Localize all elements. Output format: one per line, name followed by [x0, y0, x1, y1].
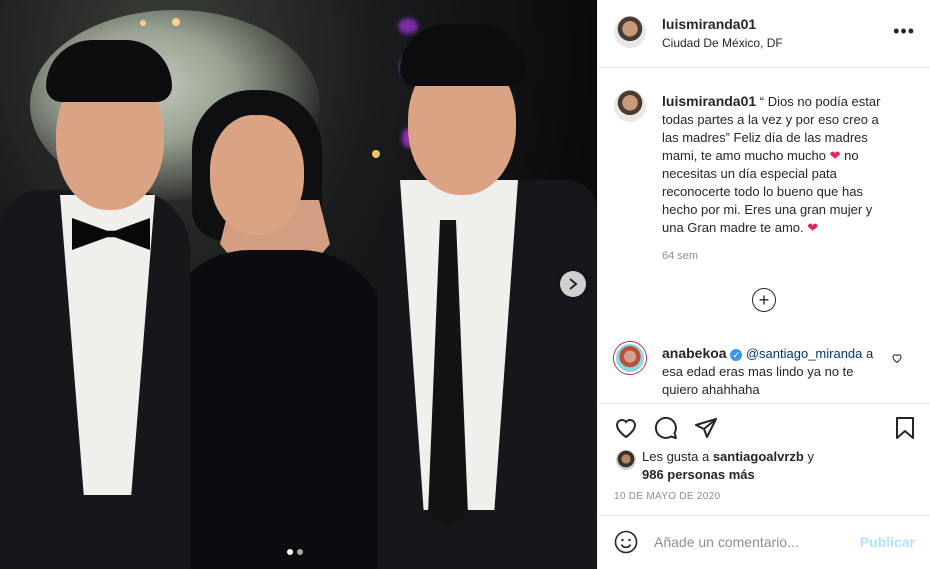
heart-emoji-icon: ❤ [829, 148, 841, 163]
post-side-panel: luismiranda01 Ciudad De México, DF ••• l… [597, 0, 930, 569]
caption-line: no [844, 148, 859, 163]
verified-badge-icon: ✓ [730, 348, 743, 361]
carousel-dot [297, 549, 303, 555]
chevron-right-icon[interactable] [560, 271, 586, 297]
caption-line: “ Dios no podía estar [759, 94, 881, 109]
publish-button[interactable]: Publicar [860, 534, 915, 550]
caption-line: reconocerte todo lo bueno que has [662, 184, 863, 199]
caption-line: todas partes a la vez y por eso creo a [662, 112, 879, 127]
likes-conjunction: y [803, 449, 814, 464]
comment-text: a [862, 346, 874, 361]
left-man-hair [46, 40, 172, 102]
liker-username[interactable]: santiagoalvrzb [713, 449, 804, 464]
likes-others-button[interactable]: 986 personas más [642, 466, 912, 484]
woman-face [210, 115, 304, 235]
share-icon[interactable] [694, 416, 720, 442]
avatar[interactable] [614, 90, 646, 122]
caption-line: las madres” Feliz día de las madres [662, 130, 868, 145]
caption-line: hecho por mi. Eres una gran mujer y [662, 202, 873, 217]
caption-line: necesitas un día especial pata [662, 166, 837, 181]
post-actions: Les gusta a santiagoalvrzb y 986 persona… [598, 404, 930, 516]
comment-composer: Publicar [598, 516, 930, 569]
likes-summary: Les gusta a santiagoalvrzb y 986 persona… [642, 448, 912, 484]
post-header: luismiranda01 Ciudad De México, DF ••• [598, 0, 930, 68]
plus-circle-icon[interactable]: + [752, 288, 776, 312]
woman-dress [160, 250, 390, 569]
header-username[interactable]: luismiranda01 [662, 16, 756, 32]
header-location[interactable]: Ciudad De México, DF [662, 36, 783, 50]
emoji-smile-icon[interactable] [614, 530, 638, 554]
comment-icon[interactable] [654, 416, 680, 442]
post-date[interactable]: 10 DE MAYO DE 2020 [614, 491, 720, 502]
comment-mention[interactable]: @santiago_miranda [746, 346, 863, 361]
comments-section: luismiranda01 “ Dios no podía estar toda… [598, 68, 930, 404]
caption-time[interactable]: 64 sem [662, 250, 698, 262]
comment: anabekoa ✓ @santiago_miranda a esa edad … [662, 344, 892, 399]
heart-outline-icon[interactable] [891, 352, 903, 367]
carousel-dot-active [287, 549, 293, 555]
caption-line: una Gran madre te amo. [662, 220, 804, 235]
right-man-hair [400, 24, 526, 86]
comment-text: quiero ahahhaha [662, 382, 760, 397]
bokeh-light [372, 150, 380, 158]
caption-username[interactable]: luismiranda01 [662, 93, 756, 109]
post-photo[interactable] [0, 0, 597, 569]
avatar[interactable] [616, 450, 636, 470]
bokeh-light [398, 18, 418, 34]
likes-prefix: Les gusta a [642, 449, 713, 464]
caption: luismiranda01 “ Dios no podía estar toda… [662, 92, 912, 237]
carousel-dots [287, 549, 303, 555]
bookmark-icon[interactable] [893, 416, 919, 442]
caption-line: mami, te amo mucho mucho [662, 148, 827, 163]
heart-emoji-icon: ❤ [807, 220, 819, 235]
comment-text: esa edad eras mas lindo ya no te [662, 364, 854, 379]
more-horizontal-icon[interactable]: ••• [893, 22, 915, 40]
comment-input[interactable] [654, 531, 854, 553]
comment-username[interactable]: anabekoa [662, 345, 727, 361]
bokeh-light [140, 20, 146, 26]
avatar[interactable] [614, 16, 646, 48]
avatar[interactable] [614, 342, 646, 374]
bokeh-light [172, 18, 180, 26]
heart-outline-icon[interactable] [614, 416, 640, 442]
